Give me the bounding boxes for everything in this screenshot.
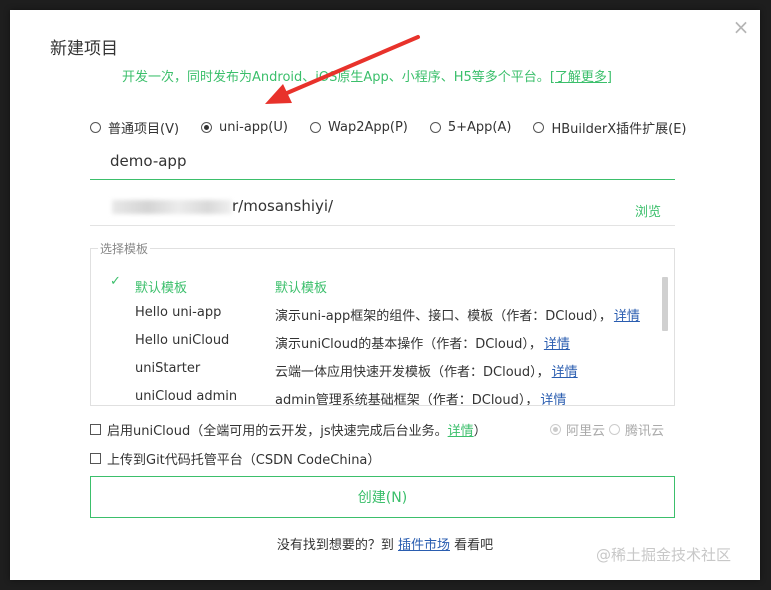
dialog-title: 新建项目 — [50, 39, 118, 59]
template-name: 默认模板 — [135, 281, 188, 296]
project-type-group: 普通项目(V) uni-app(U) Wap2App(P) 5+App(A) H… — [90, 118, 709, 137]
unicloud-detail-link[interactable]: 详情 — [448, 420, 474, 439]
template-item-default[interactable]: ✓ 默认模板 默认模板 — [91, 271, 659, 299]
type-5plusapp-radio[interactable]: 5+App(A) — [429, 118, 512, 137]
template-detail-link[interactable]: 详情 — [552, 365, 578, 380]
git-upload-checkbox[interactable] — [90, 453, 101, 464]
template-legend: 选择模板 — [98, 240, 151, 257]
template-desc: 演示uni-app框架的组件、接口、模板（作者：DCloud）， 详情 — [275, 305, 640, 324]
template-scrollbar[interactable] — [662, 277, 668, 331]
template-list[interactable]: ✓ 默认模板 默认模板 Hello uni-app 演示uni-app框架的组件… — [91, 271, 659, 405]
type-wap2app-radio[interactable]: Wap2App(P) — [309, 118, 408, 137]
radio-indicator — [429, 122, 441, 133]
new-project-dialog: × 新建项目 开发一次，同时发布为Android、iOS原生App、小程序、H5… — [10, 10, 760, 580]
type-normal-radio[interactable]: 普通项目(V) — [90, 118, 179, 137]
template-desc: 演示uniCloud的基本操作（作者：DCloud）， 详情 — [275, 333, 570, 352]
project-path-field[interactable]: r/mosanshiyi/ 浏览 — [90, 194, 675, 226]
plugin-market-link[interactable]: 插件市场 — [398, 538, 450, 553]
unicloud-label: 启用uniCloud — [107, 424, 191, 439]
project-name-field — [90, 148, 675, 180]
template-desc-text: 演示uniCloud的基本操作（作者：DCloud）， — [275, 337, 542, 352]
template-desc: admin管理系统基础框架（作者：DCloud）， 详情 — [275, 389, 566, 405]
template-name: Hello uni-app — [135, 305, 222, 320]
radio-indicator — [309, 122, 321, 133]
footer-prefix: 没有找到想要的？到 — [276, 538, 398, 553]
template-detail-link[interactable]: 详情 — [614, 309, 640, 324]
template-desc-text: admin管理系统基础框架（作者：DCloud）， — [275, 393, 539, 405]
template-detail-link[interactable]: 详情 — [544, 337, 570, 352]
type-hbuilderx-plugin-radio[interactable]: HBuilderX插件扩展(E) — [533, 118, 687, 137]
type-label: 5+App(A) — [447, 120, 512, 135]
template-item-unistarter[interactable]: uniStarter 云端一体应用快速开发模板（作者：DCloud）， 详情 — [91, 355, 659, 383]
template-name: uniCloud admin — [135, 389, 238, 404]
radio-indicator — [201, 122, 213, 133]
type-label: Wap2App(P) — [327, 120, 408, 135]
provider-label: 阿里云 — [566, 424, 606, 439]
project-name-input[interactable] — [90, 148, 650, 170]
type-label: uni-app(U) — [219, 120, 288, 135]
provider-aliyun-radio[interactable]: 阿里云 — [550, 420, 605, 439]
check-icon: ✓ — [110, 274, 121, 289]
provider-label: 腾讯云 — [625, 424, 665, 439]
browse-button[interactable]: 浏览 — [635, 201, 661, 220]
radio-indicator — [609, 424, 621, 435]
learn-more-link[interactable]: [了解更多] — [550, 70, 612, 85]
template-group: 选择模板 ✓ 默认模板 默认模板 Hello uni-app 演示uni-app… — [90, 240, 675, 406]
unicloud-desc: （全端可用的云开发，js快速完成后台业务。 — [190, 424, 448, 439]
template-name: uniStarter — [135, 361, 201, 376]
unicloud-option: 启用uniCloud （全端可用的云开发，js快速完成后台业务。 详情） — [90, 420, 487, 439]
subtitle-text: 开发一次，同时发布为Android、iOS原生App、小程序、H5等多个平台。 — [122, 70, 550, 85]
type-label: HBuilderX插件扩展(E) — [551, 122, 687, 137]
unicloud-close-paren: ） — [473, 424, 487, 439]
git-option: 上传到Git代码托管平台（CSDN CodeChina） — [90, 449, 380, 468]
unicloud-checkbox[interactable] — [90, 424, 101, 435]
template-desc-text: 演示uni-app框架的组件、接口、模板（作者：DCloud）， — [275, 309, 612, 324]
template-item-unicloud-admin[interactable]: uniCloud admin admin管理系统基础框架（作者：DCloud），… — [91, 383, 659, 405]
radio-indicator — [550, 424, 561, 435]
close-icon[interactable]: × — [732, 17, 750, 37]
git-upload-label: 上传到Git代码托管平台（CSDN CodeChina） — [107, 453, 381, 468]
template-detail-link[interactable]: 详情 — [540, 393, 566, 405]
template-name: Hello uniCloud — [135, 333, 230, 348]
dialog-subtitle: 开发一次，同时发布为Android、iOS原生App、小程序、H5等多个平台。[… — [122, 66, 612, 85]
radio-indicator — [533, 122, 545, 133]
template-item-hello-unicloud[interactable]: Hello uniCloud 演示uniCloud的基本操作（作者：DCloud… — [91, 327, 659, 355]
template-desc: 云端一体应用快速开发模板（作者：DCloud）， 详情 — [275, 361, 578, 380]
type-uniapp-radio[interactable]: uni-app(U) — [201, 118, 288, 137]
path-redacted-blur — [112, 200, 232, 214]
template-item-hello-uniapp[interactable]: Hello uni-app 演示uni-app框架的组件、接口、模板（作者：DC… — [91, 299, 659, 327]
footer-suffix: 看看吧 — [450, 538, 494, 553]
cloud-provider-group: 阿里云 腾讯云 — [550, 420, 668, 439]
type-label: 普通项目(V) — [108, 122, 180, 137]
template-desc: 默认模板 — [275, 281, 328, 296]
watermark: @稀土掘金技术社区 — [596, 546, 732, 564]
radio-indicator — [90, 122, 101, 133]
template-desc-text: 云端一体应用快速开发模板（作者：DCloud）， — [275, 365, 550, 380]
provider-tencent-radio[interactable]: 腾讯云 — [609, 420, 664, 439]
create-button[interactable]: 创建(N) — [90, 476, 675, 518]
project-path-text: r/mosanshiyi/ — [232, 197, 334, 215]
